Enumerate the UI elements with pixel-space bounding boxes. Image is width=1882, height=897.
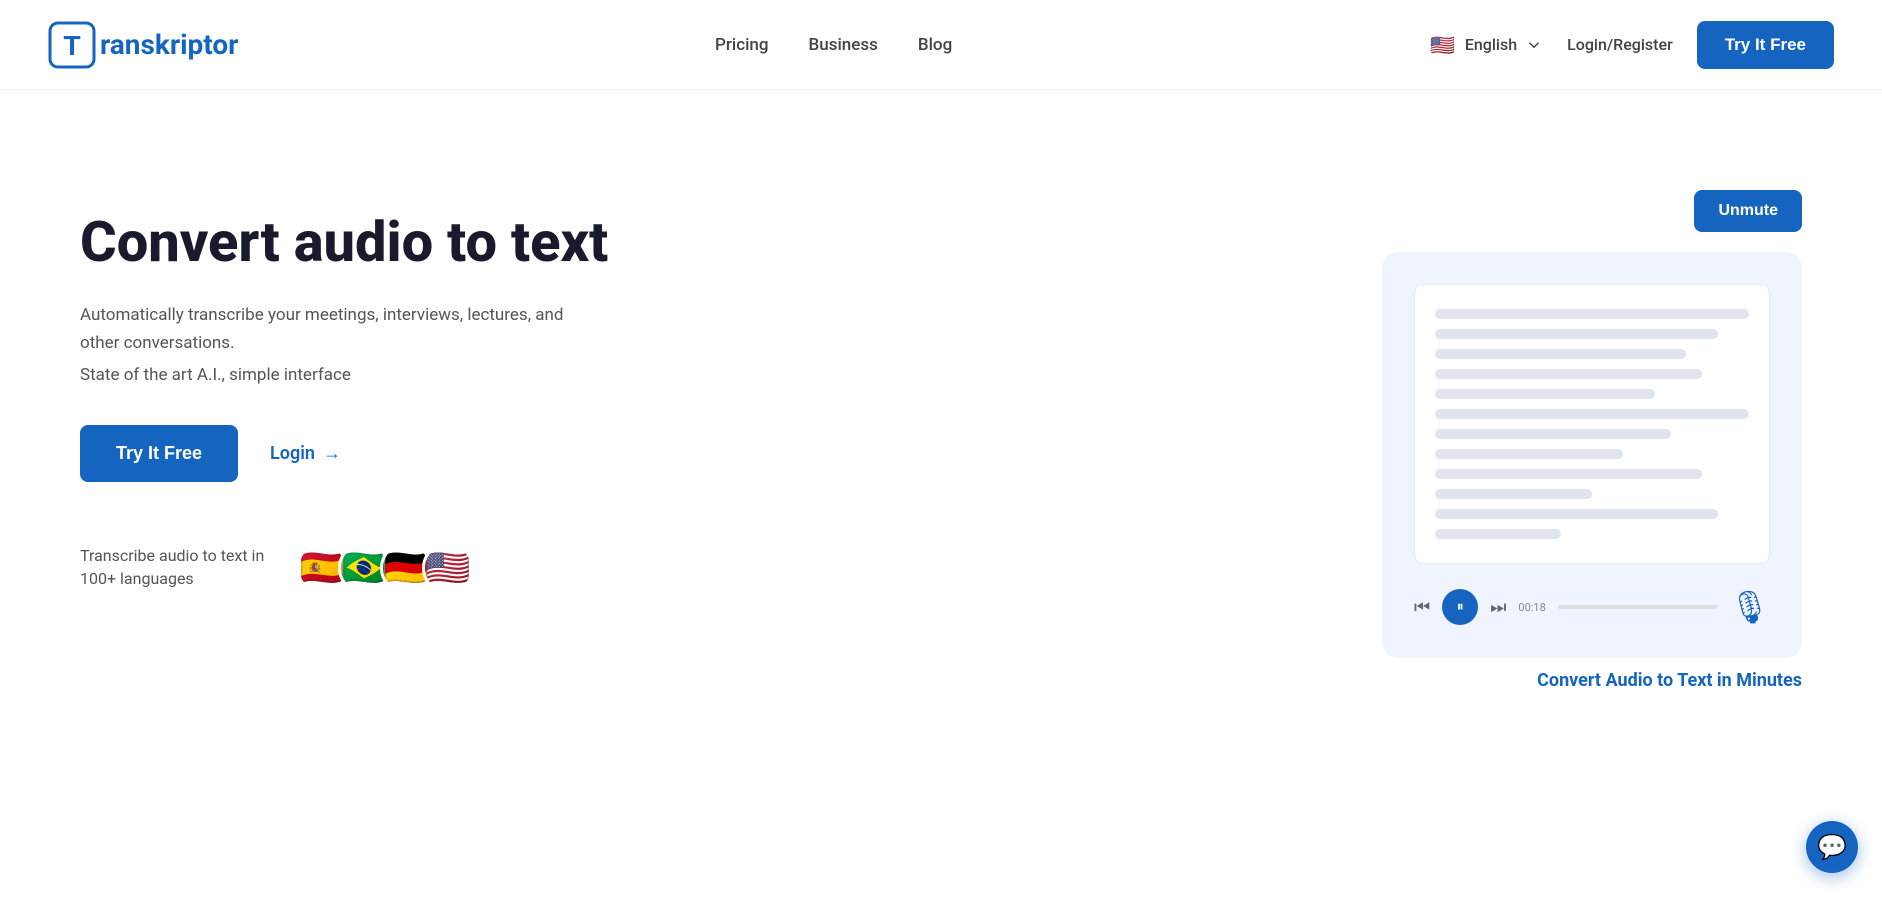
pause-icon: ⏸ xyxy=(1457,599,1464,615)
chat-bubble-button[interactable]: 💬 xyxy=(1806,821,1858,873)
login-register-link[interactable]: Login/Register xyxy=(1567,35,1673,54)
text-line-6 xyxy=(1435,409,1749,419)
card-caption: Convert Audio to Text in Minutes xyxy=(1537,670,1802,691)
text-line-10 xyxy=(1435,489,1592,499)
text-line-4 xyxy=(1435,369,1702,379)
hero-buttons: Try It Free Login → xyxy=(80,425,907,482)
nav-cta-button[interactable]: Try It Free xyxy=(1697,21,1834,69)
text-line-11 xyxy=(1435,509,1718,519)
text-line-5 xyxy=(1435,389,1655,399)
audio-progress-bar[interactable] xyxy=(1558,605,1718,609)
nav-pricing[interactable]: Pricing xyxy=(715,35,769,55)
transcript-text-area xyxy=(1414,284,1770,564)
languages-text: Transcribe audio to text in 100+ languag… xyxy=(80,545,280,590)
rewind-icon[interactable]: ⏮ xyxy=(1414,597,1430,618)
text-line-2 xyxy=(1435,329,1718,339)
hero-languages: Transcribe audio to text in 100+ languag… xyxy=(80,542,907,594)
logo-link[interactable]: T ranskriptor xyxy=(48,21,238,69)
play-pause-button[interactable]: ⏸ xyxy=(1442,589,1478,625)
forward-icon[interactable]: ⏭ xyxy=(1490,597,1506,618)
unmute-button[interactable]: Unmute xyxy=(1694,190,1802,232)
hero-cta-button[interactable]: Try It Free xyxy=(80,425,238,482)
hero-section: Convert audio to text Automatically tran… xyxy=(0,90,1882,897)
hero-subtitle: Automatically transcribe your meetings, … xyxy=(80,302,600,356)
navbar: T ranskriptor Pricing Business Blog 🇺🇸 E… xyxy=(0,0,1882,90)
audio-controls: ⏮ ⏸ ⏭ 00:18 🎙 xyxy=(1414,584,1770,626)
chevron-down-icon xyxy=(1525,36,1543,54)
nav-right: 🇺🇸 English Login/Register Try It Free xyxy=(1429,21,1834,69)
hero-login-text: Login xyxy=(270,443,315,464)
text-line-3 xyxy=(1435,349,1686,359)
microphone-icon: 🎙 xyxy=(1729,588,1770,626)
audio-time: 00:18 xyxy=(1518,601,1545,614)
nav-blog[interactable]: Blog xyxy=(918,35,952,55)
flag-group: 🇪🇸 🇧🇷 🇩🇪 🇺🇸 xyxy=(296,542,474,594)
chat-icon: 💬 xyxy=(1817,833,1847,861)
language-label: English xyxy=(1465,35,1517,54)
logo-text: ranskriptor xyxy=(100,28,238,61)
flag-us-hero: 🇺🇸 xyxy=(422,542,474,594)
text-line-8 xyxy=(1435,449,1623,459)
text-line-7 xyxy=(1435,429,1671,439)
transcript-card: ⏮ ⏸ ⏭ 00:18 🎙 xyxy=(1382,252,1802,658)
hero-login-link[interactable]: Login → xyxy=(270,443,341,464)
flag-us: 🇺🇸 xyxy=(1429,31,1457,59)
nav-links: Pricing Business Blog xyxy=(715,35,952,55)
nav-business[interactable]: Business xyxy=(809,35,878,55)
logo-icon: T xyxy=(48,21,96,69)
logo-text-suffix: ranskriptor xyxy=(100,28,238,61)
language-selector[interactable]: 🇺🇸 English xyxy=(1429,31,1543,59)
svg-text:T: T xyxy=(63,30,80,61)
hero-right: Unmute ⏮ ⏸ ⏭ xyxy=(975,170,1802,691)
arrow-icon: → xyxy=(323,443,341,464)
text-line-9 xyxy=(1435,469,1702,479)
text-line-12 xyxy=(1435,529,1561,539)
hero-title: Convert audio to text xyxy=(80,210,907,274)
hero-feature: State of the art A.I., simple interface xyxy=(80,365,907,385)
hero-left: Convert audio to text Automatically tran… xyxy=(80,170,907,594)
text-line-1 xyxy=(1435,309,1749,319)
